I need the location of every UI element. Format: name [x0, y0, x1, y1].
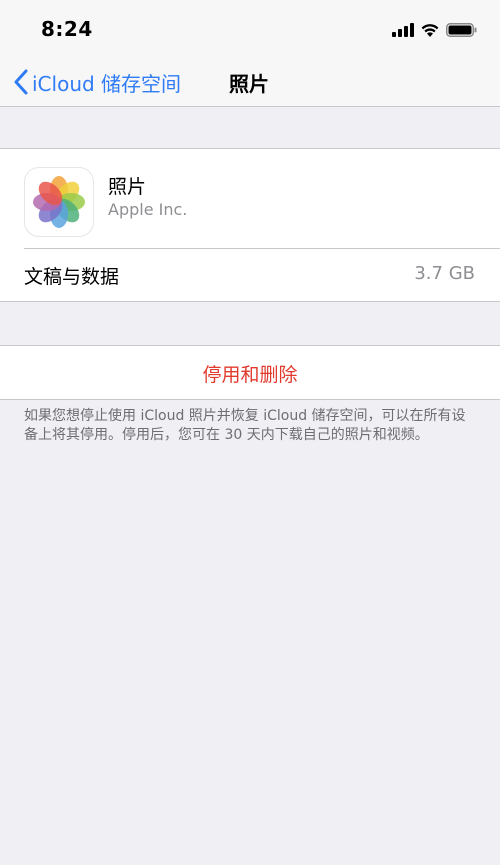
status-icons	[392, 19, 478, 41]
battery-icon	[446, 23, 477, 37]
wifi-icon	[421, 24, 439, 37]
back-button[interactable]: iCloud 储存空间	[13, 66, 181, 98]
chevron-left-icon	[14, 69, 28, 95]
footnote-text: 如果您想停止使用 iCloud 照片并恢复 iCloud 储存空间，可以在所有设…	[24, 408, 466, 443]
back-button-label: iCloud 储存空间	[32, 71, 182, 96]
action-group: 停用和删除	[0, 345, 500, 400]
documents-data-size: 3.7 GB	[414, 263, 475, 284]
page-title: 照片	[229, 72, 269, 96]
app-info-group: 照片 Apple Inc. 文稿与数据 3.7 GB	[0, 148, 500, 302]
app-name: 照片	[108, 176, 147, 198]
disable-and-delete-button[interactable]: 停用和删除	[0, 346, 500, 399]
status-time: 8:24	[41, 17, 93, 41]
navigation-bar: iCloud 储存空间 照片	[0, 58, 500, 107]
photos-app-icon	[24, 167, 94, 237]
documents-data-label: 文稿与数据	[24, 266, 120, 288]
disable-and-delete-label: 停用和删除	[202, 364, 298, 386]
cellular-signal-icon	[392, 23, 414, 37]
app-info-row: 照片 Apple Inc.	[0, 149, 500, 249]
status-bar: 8:24	[0, 0, 500, 58]
app-vendor: Apple Inc.	[108, 200, 188, 219]
documents-data-row: 文稿与数据 3.7 GB	[0, 248, 500, 301]
